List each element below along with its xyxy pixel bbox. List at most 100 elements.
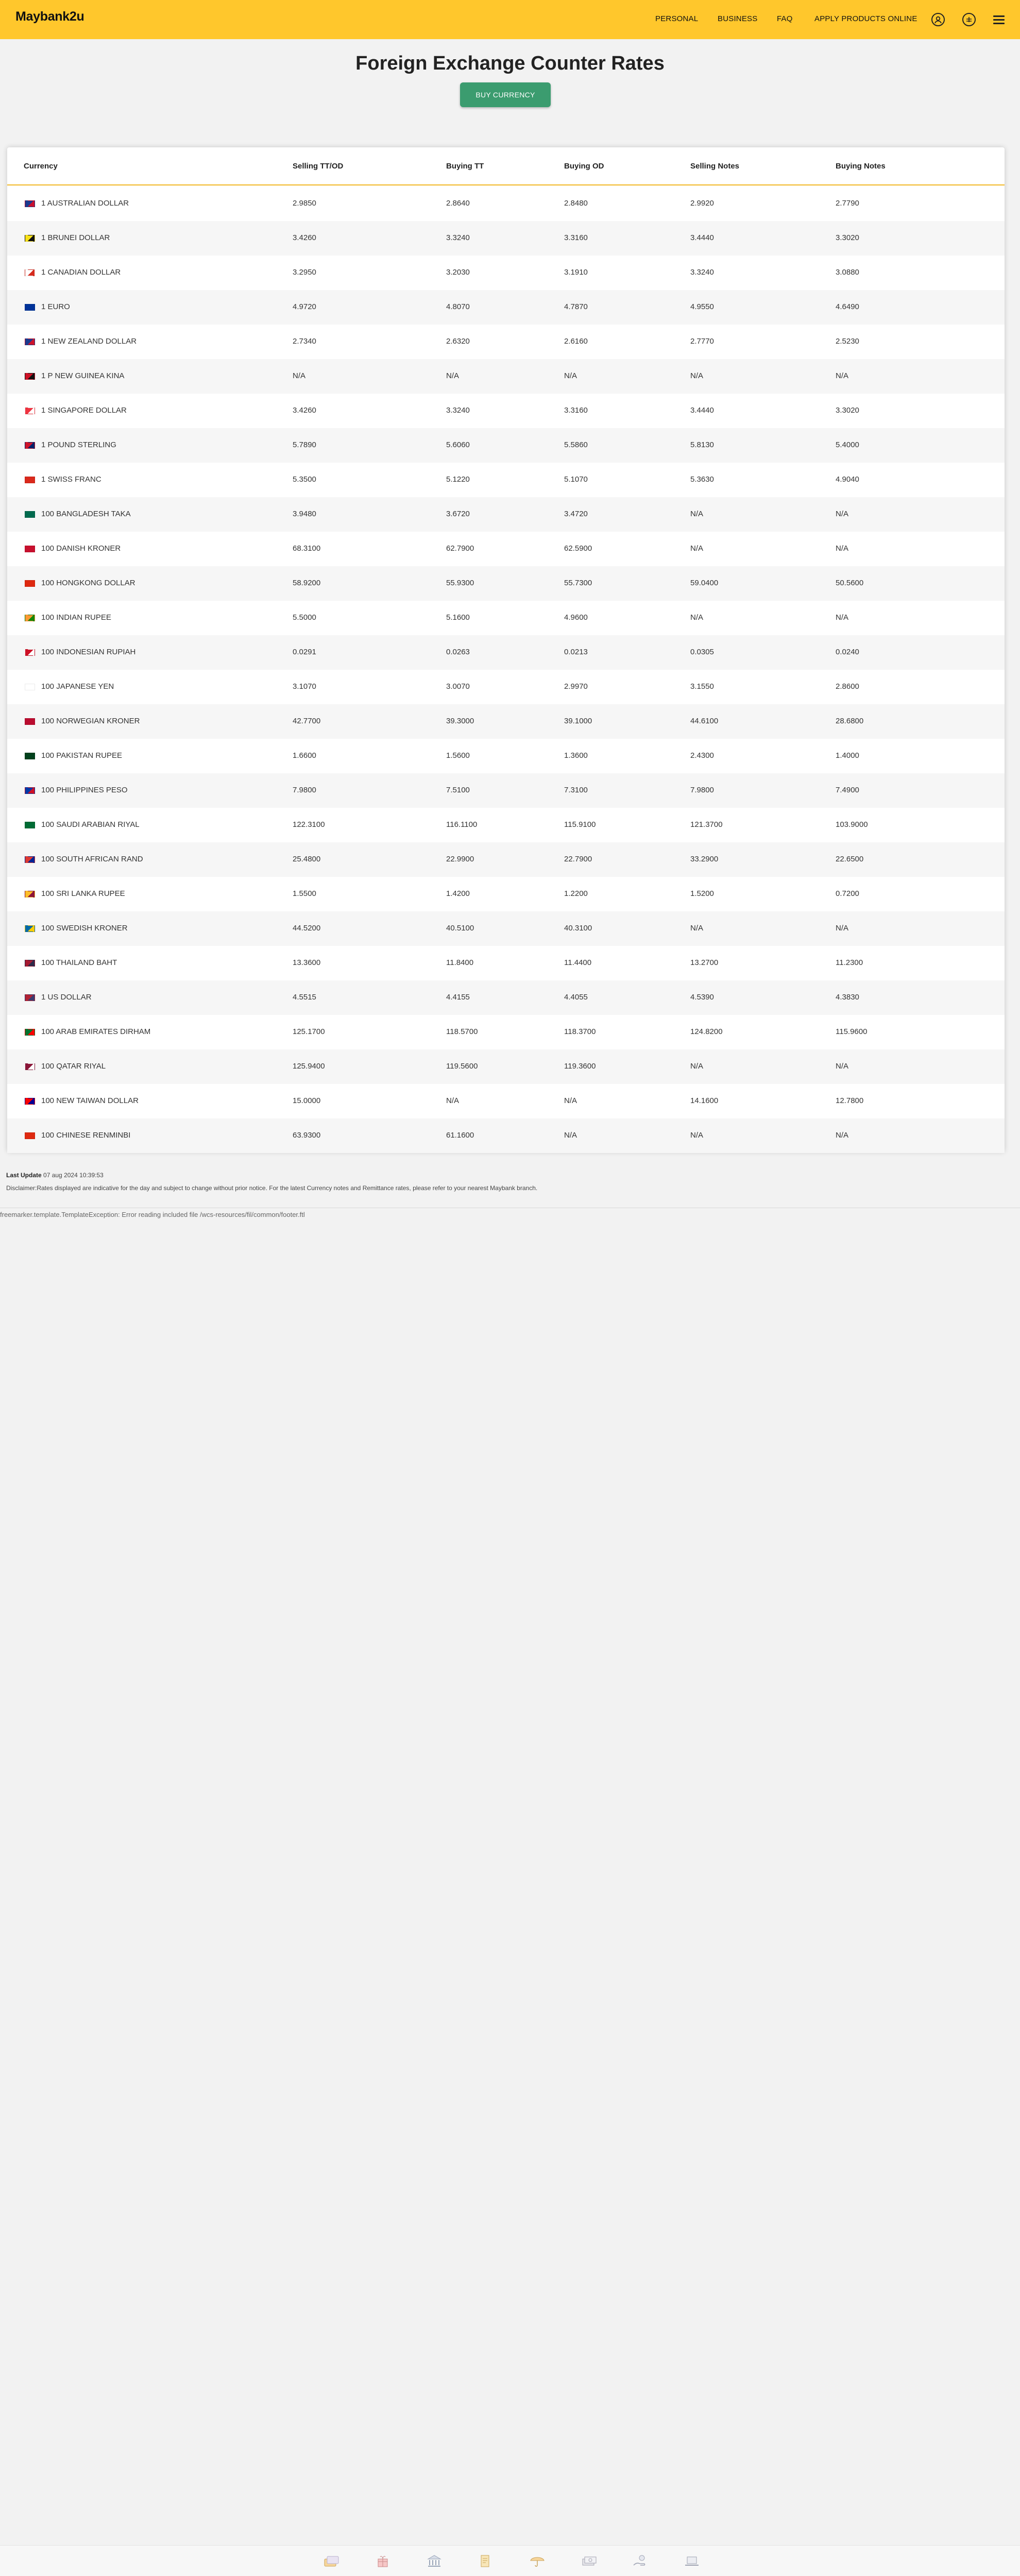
selling-notes-cell: 3.3240 xyxy=(690,268,714,277)
buying-od-cell: 5.1070 xyxy=(564,475,588,484)
selling-notes-cell: 2.4300 xyxy=(690,751,714,760)
currency-flag-icon xyxy=(25,891,35,897)
table-row: 1 SWISS FRANC 5.3500 5.1220 5.1070 5.3630 4.9… xyxy=(7,463,1005,497)
selling-tt-od-cell: 5.7890 xyxy=(293,440,316,449)
buying-notes-cell: 4.9040 xyxy=(836,475,859,484)
currency-flag-icon xyxy=(25,1132,35,1139)
buying-tt-cell: 22.9900 xyxy=(446,855,474,863)
currency-flag-icon xyxy=(25,753,35,759)
selling-tt-od-cell: N/A xyxy=(293,371,306,380)
currency-name: 100 JAPANESE YEN xyxy=(41,682,114,691)
buying-tt-cell: 39.3000 xyxy=(446,717,474,725)
buying-od-cell: 22.7900 xyxy=(564,855,592,863)
table-row: 100 SRI LANKA RUPEE 1.5500 1.4200 1.2200 1.5… xyxy=(7,877,1005,911)
buying-od-cell: 3.3160 xyxy=(564,406,588,415)
col-buying-notes: Buying Notes xyxy=(836,162,886,171)
bottom-product-bar xyxy=(0,2545,1020,2576)
table-row: 100 PAKISTAN RUPEE 1.6600 1.5600 1.3600 2.43… xyxy=(7,739,1005,773)
gift-icon[interactable] xyxy=(374,2554,392,2568)
currency-name: 100 ARAB EMIRATES DIRHAM xyxy=(41,1027,151,1036)
currency-name: 1 BRUNEI DOLLAR xyxy=(41,233,110,242)
selling-notes-cell: N/A xyxy=(690,1062,704,1071)
bank-icon[interactable] xyxy=(426,2554,443,2568)
currency-name: 100 INDONESIAN RUPIAH xyxy=(41,648,136,656)
selling-notes-cell: N/A xyxy=(690,613,704,622)
currency-name: 1 NEW ZEALAND DOLLAR xyxy=(41,337,137,346)
currency-name: 100 SWEDISH KRONER xyxy=(41,924,128,933)
selling-tt-od-cell: 13.3600 xyxy=(293,958,321,967)
buying-od-cell: 2.6160 xyxy=(564,337,588,346)
table-row: 1 SINGAPORE DOLLAR 3.4260 3.3240 3.3160 3.44… xyxy=(7,394,1005,428)
currency-name: 100 BANGLADESH TAKA xyxy=(41,510,131,518)
nav-business[interactable]: BUSINESS xyxy=(718,14,757,23)
buying-tt-cell: 55.9300 xyxy=(446,579,474,587)
currency-flag-icon xyxy=(25,856,35,863)
nav-personal[interactable]: PERSONAL xyxy=(655,14,698,23)
nav-faq[interactable]: FAQ xyxy=(777,14,793,23)
buying-od-cell: 0.0213 xyxy=(564,648,588,656)
nav-apply-products-online[interactable]: APPLY PRODUCTS ONLINE xyxy=(814,14,917,23)
buying-tt-cell: 5.1220 xyxy=(446,475,470,484)
buying-od-cell: 62.5900 xyxy=(564,544,592,553)
currency-flag-icon xyxy=(25,511,35,518)
maybank2u-logo[interactable]: Maybank2u xyxy=(15,9,84,24)
currency-name: 1 US DOLLAR xyxy=(41,993,92,1002)
currency-flag-icon xyxy=(25,304,35,311)
buying-tt-cell: 118.5700 xyxy=(446,1027,478,1036)
buying-od-cell: 1.2200 xyxy=(564,889,588,898)
user-icon[interactable] xyxy=(931,13,945,26)
selling-tt-od-cell: 2.7340 xyxy=(293,337,316,346)
buying-notes-cell: 0.7200 xyxy=(836,889,859,898)
buying-tt-cell: 4.8070 xyxy=(446,302,470,311)
table-row: 100 ARAB EMIRATES DIRHAM 125.1700 118.5700… xyxy=(7,1015,1005,1049)
globe-icon[interactable] xyxy=(962,13,976,26)
buying-tt-cell: N/A xyxy=(446,371,460,380)
selling-notes-cell: N/A xyxy=(690,924,704,933)
selling-tt-od-cell: 3.4260 xyxy=(293,233,316,242)
buying-notes-cell: 7.4900 xyxy=(836,786,859,794)
template-error-text: freemarker.template.TemplateException: E… xyxy=(0,1211,305,1218)
selling-notes-cell: 4.5390 xyxy=(690,993,714,1002)
cash-icon[interactable] xyxy=(580,2554,598,2568)
table-row: 100 SAUDI ARABIAN RIYAL 122.3100 116.1100 1… xyxy=(7,808,1005,842)
buying-notes-cell: 103.9000 xyxy=(836,820,868,829)
selling-notes-cell: 4.9550 xyxy=(690,302,714,311)
document-icon[interactable] xyxy=(476,2554,494,2568)
laptop-icon[interactable] xyxy=(683,2554,701,2568)
buying-tt-cell: 116.1100 xyxy=(446,820,478,829)
selling-tt-od-cell: 3.1070 xyxy=(293,682,316,691)
currency-name: 100 INDIAN RUPEE xyxy=(41,613,111,622)
buying-notes-cell: 12.7800 xyxy=(836,1096,864,1105)
selling-notes-cell: 3.4440 xyxy=(690,233,714,242)
buying-notes-cell: 3.3020 xyxy=(836,406,859,415)
buying-tt-cell: 3.2030 xyxy=(446,268,470,277)
buying-od-cell: 7.3100 xyxy=(564,786,588,794)
currency-flag-icon xyxy=(25,925,35,932)
currency-name: 100 QATAR RIYAL xyxy=(41,1062,106,1071)
buying-tt-cell: 1.5600 xyxy=(446,751,470,760)
selling-notes-cell: 7.9800 xyxy=(690,786,714,794)
buying-notes-cell: N/A xyxy=(836,544,849,553)
buying-od-cell: 1.3600 xyxy=(564,751,588,760)
buying-tt-cell: 119.5600 xyxy=(446,1062,478,1071)
selling-tt-od-cell: 5.3500 xyxy=(293,475,316,484)
umbrella-icon[interactable] xyxy=(529,2554,546,2568)
buy-currency-button[interactable]: BUY CURRENCY xyxy=(460,82,551,107)
currency-flag-icon xyxy=(25,235,35,242)
selling-tt-od-cell: 7.9800 xyxy=(293,786,316,794)
currency-name: 100 SOUTH AFRICAN RAND xyxy=(41,855,143,863)
table-row: 100 HONGKONG DOLLAR 58.9200 55.9300 55.7300… xyxy=(7,566,1005,601)
menu-icon[interactable] xyxy=(993,15,1005,25)
currency-name: 100 CHINESE RENMINBI xyxy=(41,1131,131,1140)
buying-notes-cell: N/A xyxy=(836,371,849,380)
selling-tt-od-cell: 2.9850 xyxy=(293,199,316,208)
buying-notes-cell: 2.7790 xyxy=(836,199,859,208)
currency-flag-icon xyxy=(25,338,35,345)
buying-tt-cell: 2.8640 xyxy=(446,199,470,208)
cards-icon[interactable] xyxy=(322,2554,340,2568)
buying-tt-cell: 3.3240 xyxy=(446,233,470,242)
hand-coin-icon[interactable] xyxy=(632,2554,649,2568)
table-row: 1 NEW ZEALAND DOLLAR 2.7340 2.6320 2.6160 2.… xyxy=(7,325,1005,359)
buying-od-cell: 4.7870 xyxy=(564,302,588,311)
currency-name: 1 CANADIAN DOLLAR xyxy=(41,268,121,277)
